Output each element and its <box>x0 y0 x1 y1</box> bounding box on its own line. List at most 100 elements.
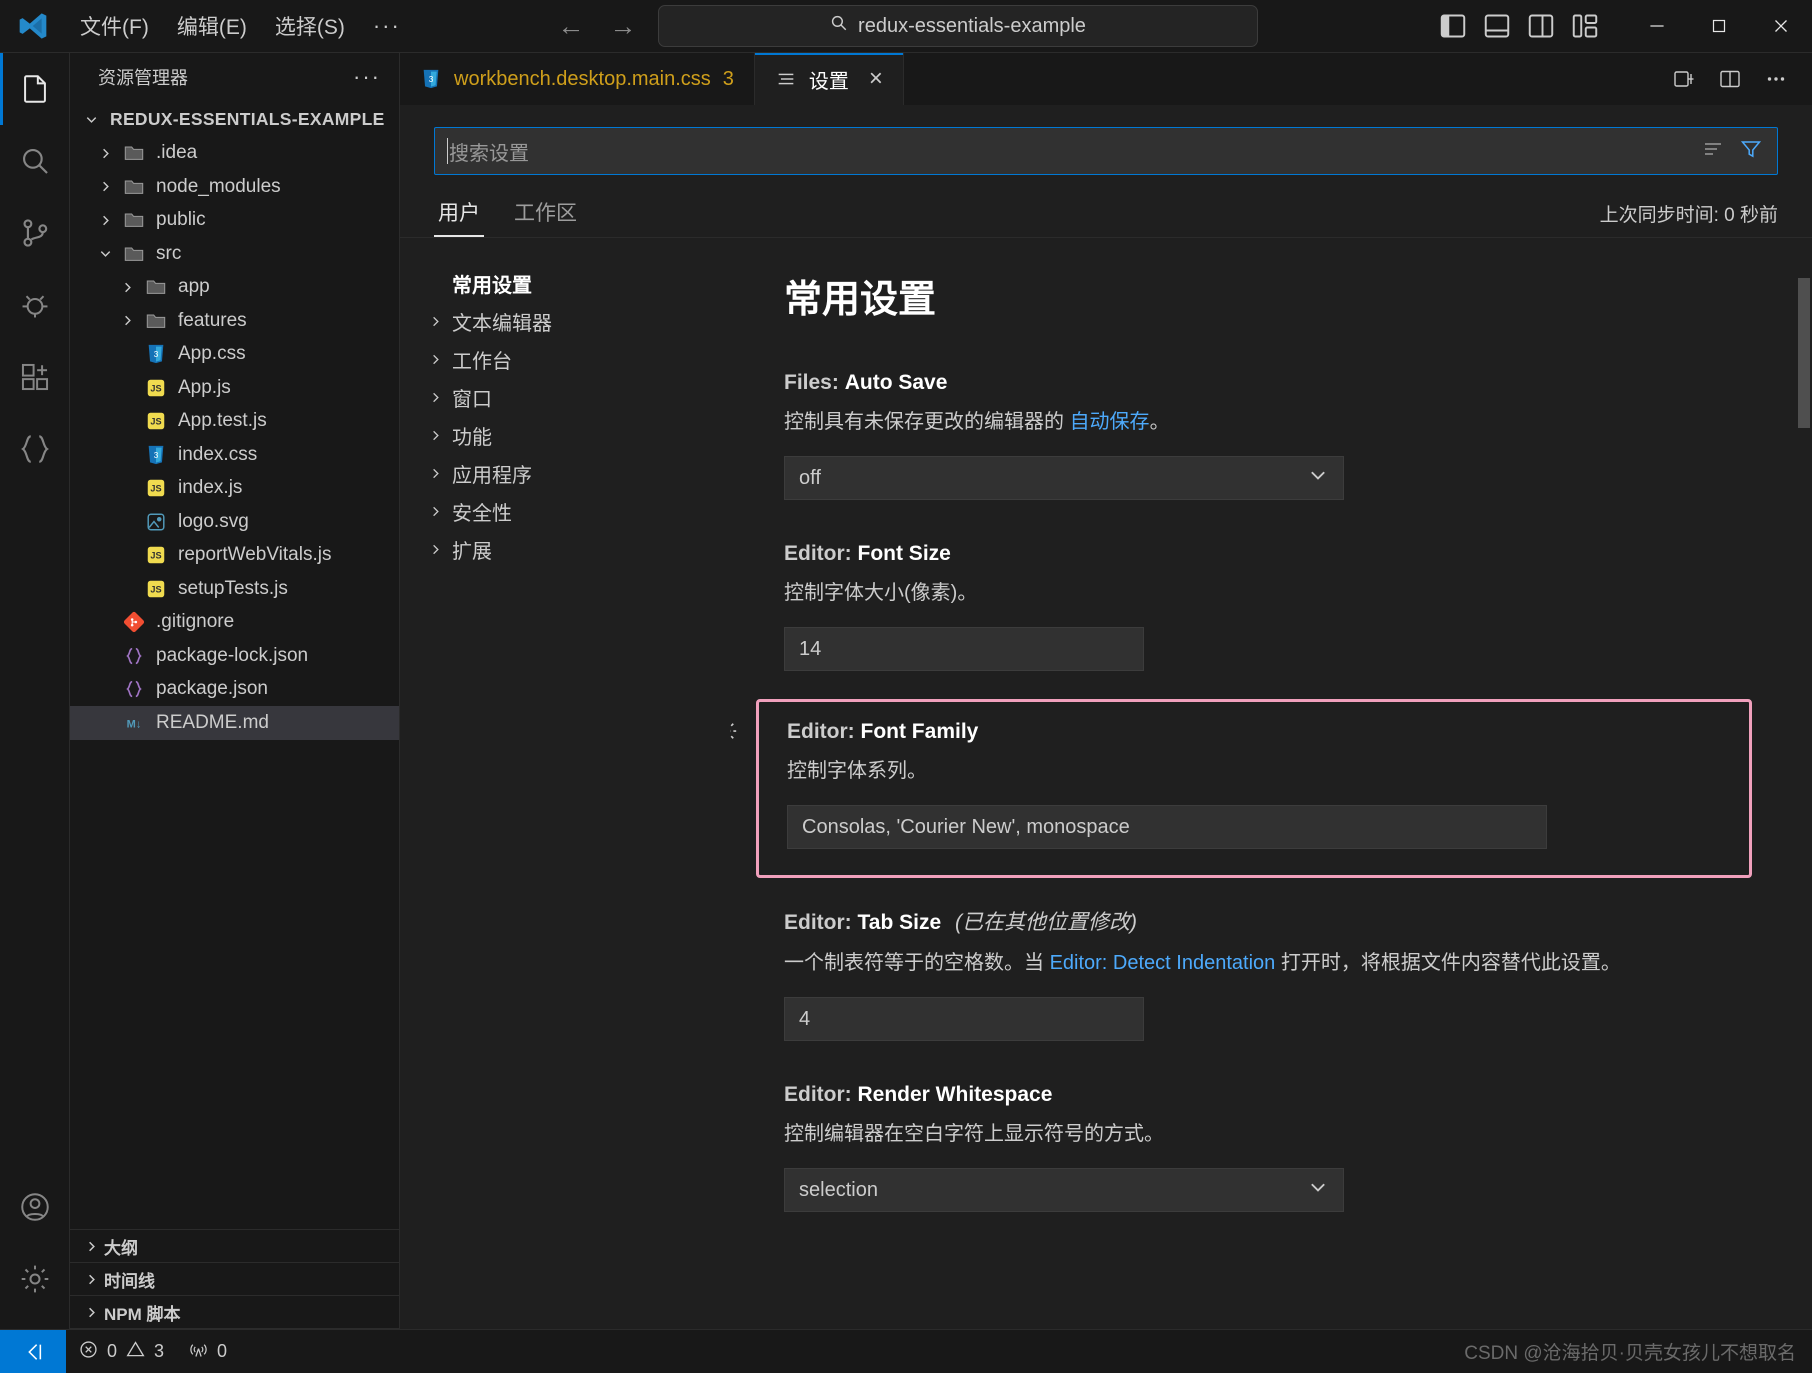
clear-filters-icon[interactable] <box>1701 137 1725 166</box>
tree-item-app-js[interactable]: JS App.js <box>70 371 399 405</box>
tree-item-logo-svg[interactable]: logo.svg <box>70 505 399 539</box>
pane-npm-scripts[interactable]: NPM 脚本 <box>70 1296 399 1329</box>
tree-item-index-css[interactable]: 3 index.css <box>70 438 399 472</box>
navigate-forward-button[interactable]: → <box>606 11 640 42</box>
setting-value: selection <box>799 1178 878 1201</box>
tree-item-label: package.json <box>156 678 268 700</box>
activity-settings[interactable] <box>0 1243 70 1315</box>
settings-scrollbar[interactable] <box>1796 238 1812 1329</box>
activity-source-control[interactable] <box>0 197 70 269</box>
tree-item-index-js[interactable]: JS index.js <box>70 472 399 506</box>
navigate-back-button[interactable]: ← <box>554 11 588 42</box>
tab-user[interactable]: 用户 <box>434 191 484 237</box>
sync-status: 上次同步时间: 0 秒前 <box>1599 205 1778 226</box>
chevron-right-icon <box>92 146 118 161</box>
toggle-secondary-sidebar-icon[interactable] <box>1526 11 1556 41</box>
desc-link[interactable]: 自动保存 <box>1070 411 1150 433</box>
pane-timeline[interactable]: 时间线 <box>70 1263 399 1296</box>
settings-search-box[interactable]: 搜索设置 <box>434 127 1778 175</box>
ports-count: 0 <box>217 1341 228 1361</box>
toc-item-window[interactable]: 窗口 <box>400 378 730 416</box>
search-input[interactable]: 搜索设置 <box>449 137 1701 166</box>
folder-icon <box>140 276 172 298</box>
maximize-icon[interactable] <box>1688 0 1750 53</box>
tab-workbench-desktop-main-css[interactable]: 3 workbench.desktop.main.css 3 <box>400 53 755 105</box>
tab-workspace[interactable]: 工作区 <box>510 191 581 237</box>
tree-item-features[interactable]: features <box>70 304 399 338</box>
split-editor-icon[interactable] <box>1718 67 1742 91</box>
chevron-right-icon <box>422 466 448 481</box>
tree-item-src[interactable]: src <box>70 237 399 271</box>
explorer-title: 资源管理器 <box>98 68 188 88</box>
tree-item-report-web-vitals-js[interactable]: JS reportWebVitals.js <box>70 539 399 573</box>
close-icon[interactable]: × <box>869 67 883 91</box>
tree-item-app-test-js[interactable]: JS App.test.js <box>70 405 399 439</box>
tree-item-package-lock-json[interactable]: package-lock.json <box>70 639 399 673</box>
activity-remote[interactable] <box>0 413 70 485</box>
pane-outline[interactable]: 大纲 <box>70 1230 399 1263</box>
menu-edit[interactable]: 编辑(E) <box>163 6 261 46</box>
setting-category: Editor: <box>784 1083 852 1106</box>
setting-value: off <box>799 466 821 489</box>
gear-icon[interactable] <box>730 718 739 744</box>
filter-icon[interactable] <box>1739 137 1763 166</box>
status-ports[interactable]: 0 <box>176 1330 239 1373</box>
setting-value-input[interactable]: Consolas, 'Courier New', monospace <box>787 805 1547 849</box>
toc-item-common[interactable]: 常用设置 <box>400 264 730 302</box>
chevron-right-icon <box>92 179 118 194</box>
activity-search[interactable] <box>0 125 70 197</box>
activity-explorer[interactable] <box>0 53 70 125</box>
toggle-panel-icon[interactable] <box>1482 11 1512 41</box>
scrollbar-thumb[interactable] <box>1798 278 1810 428</box>
tree-item-idea[interactable]: .idea <box>70 137 399 171</box>
tree-item-setup-tests-js[interactable]: JS setupTests.js <box>70 572 399 606</box>
toc-item-application[interactable]: 应用程序 <box>400 454 730 492</box>
toc-item-extensions[interactable]: 扩展 <box>400 530 730 568</box>
tree-root-folder[interactable]: REDUX-ESSENTIALS-EXAMPLE <box>70 103 399 137</box>
split-editor-right-icon[interactable] <box>1672 67 1696 91</box>
explorer-header: 资源管理器 ··· <box>70 53 399 101</box>
remote-window-icon[interactable] <box>0 1329 66 1373</box>
setting-value-select[interactable]: selection <box>784 1168 1344 1212</box>
toc-item-workbench[interactable]: 工作台 <box>400 340 730 378</box>
setting-name: Font Size <box>857 542 951 565</box>
chevron-right-icon <box>422 390 448 405</box>
tree-item-app[interactable]: app <box>70 271 399 305</box>
setting-value-input[interactable]: 14 <box>784 627 1144 671</box>
minimize-icon[interactable] <box>1626 0 1688 53</box>
tree-item-node-modules[interactable]: node_modules <box>70 170 399 204</box>
tree-item-label: .idea <box>156 142 198 164</box>
chevron-right-icon <box>78 1305 104 1320</box>
toc-item-security[interactable]: 安全性 <box>400 492 730 530</box>
setting-value: 14 <box>799 637 822 660</box>
more-actions-icon[interactable] <box>1764 67 1788 91</box>
setting-value-select[interactable]: off <box>784 456 1344 500</box>
menu-more-button[interactable]: ··· <box>359 8 415 44</box>
tree-item-app-css[interactable]: 3 App.css <box>70 338 399 372</box>
tree-item-label: package-lock.json <box>156 644 309 666</box>
tree-item-package-json[interactable]: package.json <box>70 673 399 707</box>
desc-link[interactable]: Editor: Detect Indentation <box>1050 952 1276 974</box>
close-icon[interactable] <box>1750 0 1812 53</box>
git-file-icon <box>118 611 150 633</box>
tree-item-label: README.md <box>156 711 269 733</box>
command-center[interactable]: redux-essentials-example <box>658 5 1258 47</box>
tab-settings[interactable]: 设置 × <box>754 53 904 105</box>
menu-selection[interactable]: 选择(S) <box>261 6 359 46</box>
activity-accounts[interactable] <box>0 1171 70 1243</box>
svg-text:JS: JS <box>150 584 161 594</box>
toc-item-text-editor[interactable]: 文本编辑器 <box>400 302 730 340</box>
explorer-more-actions[interactable]: ··· <box>345 64 389 90</box>
activity-extensions[interactable] <box>0 341 70 413</box>
toggle-primary-sidebar-icon[interactable] <box>1438 11 1468 41</box>
svg-text:3: 3 <box>429 75 434 84</box>
tree-item-readme-md[interactable]: M↓ README.md <box>70 706 399 740</box>
setting-value-input[interactable]: 4 <box>784 997 1144 1041</box>
toc-item-features[interactable]: 功能 <box>400 416 730 454</box>
tree-item-public[interactable]: public <box>70 204 399 238</box>
customize-layout-icon[interactable] <box>1570 11 1600 41</box>
menu-file[interactable]: 文件(F) <box>66 6 163 46</box>
tree-item-gitignore[interactable]: .gitignore <box>70 606 399 640</box>
activity-run-debug[interactable] <box>0 269 70 341</box>
status-problems[interactable]: 0 3 <box>66 1330 176 1373</box>
